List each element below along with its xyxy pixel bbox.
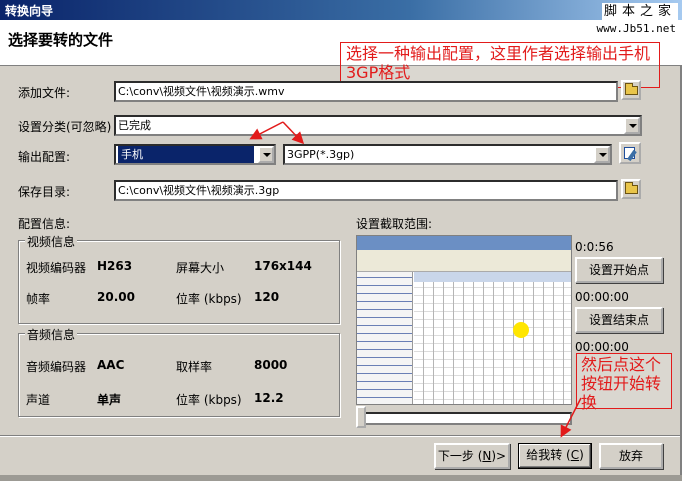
cancel-button[interactable]: 放弃 (599, 443, 663, 469)
video-info-title: 视频信息 (25, 233, 78, 250)
channel-value: 单声 (97, 393, 122, 407)
page-title: 选择要转的文件 (8, 31, 114, 49)
chevron-down-icon[interactable] (594, 146, 610, 163)
output-label: 输出配置: (18, 150, 71, 164)
config-info-title: 配置信息: (18, 217, 71, 231)
video-bitrate-value: 120 (254, 290, 280, 304)
category-select[interactable]: 已完成 (114, 115, 642, 136)
start-time-text: 00:00:00 (575, 290, 629, 304)
audio-codec-value: AAC (97, 358, 125, 372)
folder-icon (625, 83, 638, 95)
output-format-select[interactable]: 3GPP(*.3gp) (283, 144, 612, 165)
next-button[interactable]: 下一步 (N)> (434, 443, 510, 469)
set-start-button[interactable]: 设置开始点 (575, 257, 663, 283)
audio-info-group: 音频信息 音频编码器 AAC 取样率 8000 声道 单声 位率 (kbps) … (18, 326, 340, 417)
screen-size-label: 屏幕大小 (176, 261, 225, 275)
frame-rate-label: 帧率 (26, 292, 51, 306)
duration-text: 0:0:56 (575, 240, 614, 254)
chevron-down-icon[interactable] (258, 146, 274, 163)
screen-size-value: 176x144 (254, 259, 312, 273)
video-codec-value: H263 (97, 259, 133, 273)
audio-codec-label: 音频编码器 (26, 360, 87, 374)
annotation-callout-convert: 然后点这个按钮开始转换 (576, 353, 672, 412)
chevron-down-icon[interactable] (624, 117, 640, 134)
output-format-value: 3GPP(*.3gp) (287, 148, 355, 161)
video-preview (356, 235, 572, 405)
watermark-name: 脚本之家 (601, 3, 678, 20)
audio-bitrate-value: 12.2 (254, 391, 284, 405)
sample-rate-value: 8000 (254, 358, 288, 372)
browse-source-button[interactable] (621, 80, 641, 100)
channel-label: 声道 (26, 393, 51, 407)
output-device-select[interactable]: 手机 (114, 144, 276, 165)
add-file-input[interactable]: C:\conv\视频文件\视频演示.wmv (114, 81, 618, 102)
watermark-url: www.Jb51.net (594, 20, 678, 37)
save-dir-label: 保存目录: (18, 185, 71, 199)
audio-bitrate-label: 位率 (kbps) (176, 393, 242, 407)
folder-icon (625, 182, 638, 194)
output-device-value: 手机 (118, 146, 254, 163)
frame-rate-value: 20.00 (97, 290, 135, 304)
slider-track (362, 412, 572, 425)
video-codec-label: 视频编码器 (26, 261, 87, 275)
end-time-text: 00:00:00 (575, 340, 629, 354)
window-title: 转换向导 (5, 4, 54, 18)
category-label: 设置分类(可忽略) (18, 120, 112, 134)
audio-info-title: 音频信息 (25, 326, 78, 343)
add-file-label: 添加文件: (18, 86, 71, 100)
slider-thumb[interactable] (356, 406, 366, 428)
category-value: 已完成 (118, 119, 151, 132)
watermark: 脚本之家 www.Jb51.net (594, 3, 678, 37)
video-info-group: 视频信息 视频编码器 H263 屏幕大小 176x144 帧率 20.00 位率… (18, 233, 340, 324)
set-end-button[interactable]: 设置结束点 (575, 307, 663, 333)
timeline-slider[interactable] (356, 406, 572, 428)
title-bar: 转换向导 (0, 0, 682, 20)
browse-output-button[interactable] (621, 179, 641, 199)
save-dir-input[interactable]: C:\conv\视频文件\视频演示.3gp (114, 180, 618, 201)
sample-rate-label: 取样率 (176, 360, 213, 374)
video-bitrate-label: 位率 (kbps) (176, 292, 242, 306)
edit-profile-button[interactable] (619, 142, 641, 164)
range-title: 设置截取范围: (356, 217, 433, 231)
convert-button[interactable]: 给我转 (C) (518, 443, 592, 469)
